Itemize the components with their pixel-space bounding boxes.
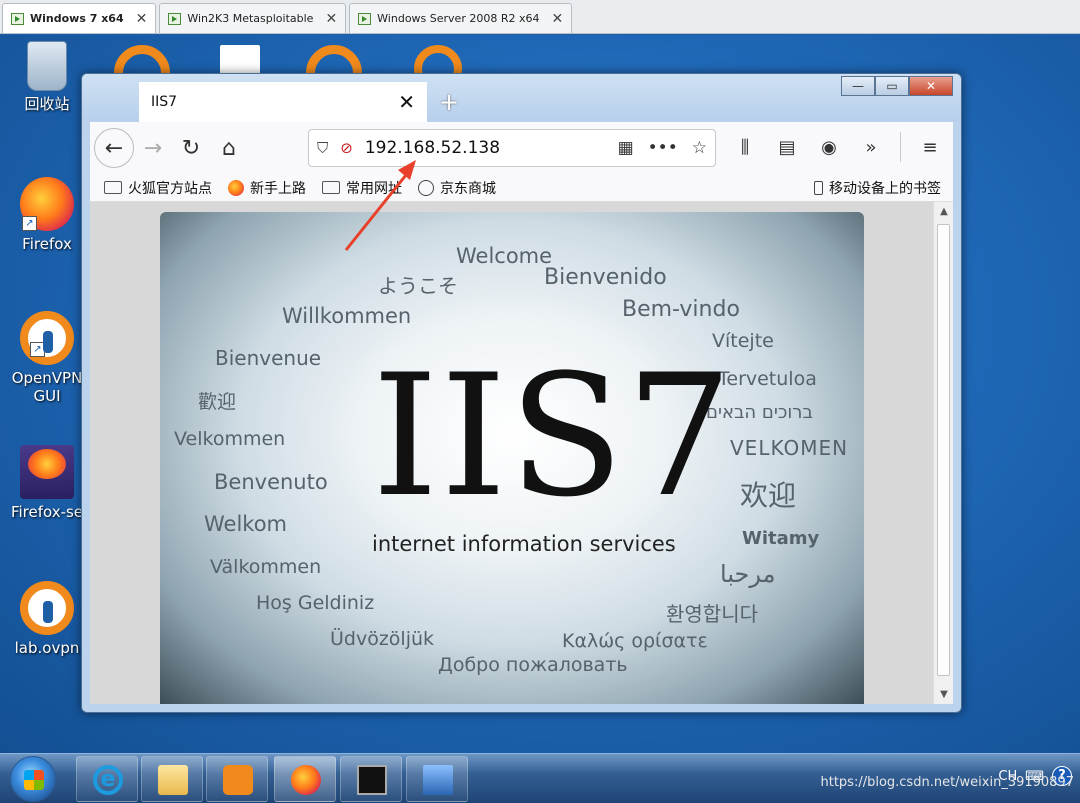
annotation-arrow bbox=[344, 160, 416, 251]
taskbar-firefox[interactable] bbox=[274, 756, 336, 802]
watermark-text: https://blog.csdn.net/weixin_39190897 bbox=[820, 775, 1074, 790]
network-icon bbox=[423, 765, 453, 795]
taskbar-file-explorer[interactable] bbox=[141, 756, 203, 802]
taskbar-internet-explorer[interactable]: e bbox=[76, 756, 138, 802]
start-button[interactable] bbox=[10, 756, 56, 802]
taskbar-media-player[interactable] bbox=[206, 756, 268, 802]
command-prompt-icon bbox=[357, 765, 387, 795]
media-player-icon bbox=[223, 765, 253, 795]
file-explorer-icon bbox=[158, 765, 188, 795]
internet-explorer-icon: e bbox=[93, 765, 123, 795]
firefox-icon bbox=[291, 765, 321, 795]
taskbar-network[interactable] bbox=[406, 756, 468, 802]
taskbar-command-prompt[interactable] bbox=[340, 756, 402, 802]
